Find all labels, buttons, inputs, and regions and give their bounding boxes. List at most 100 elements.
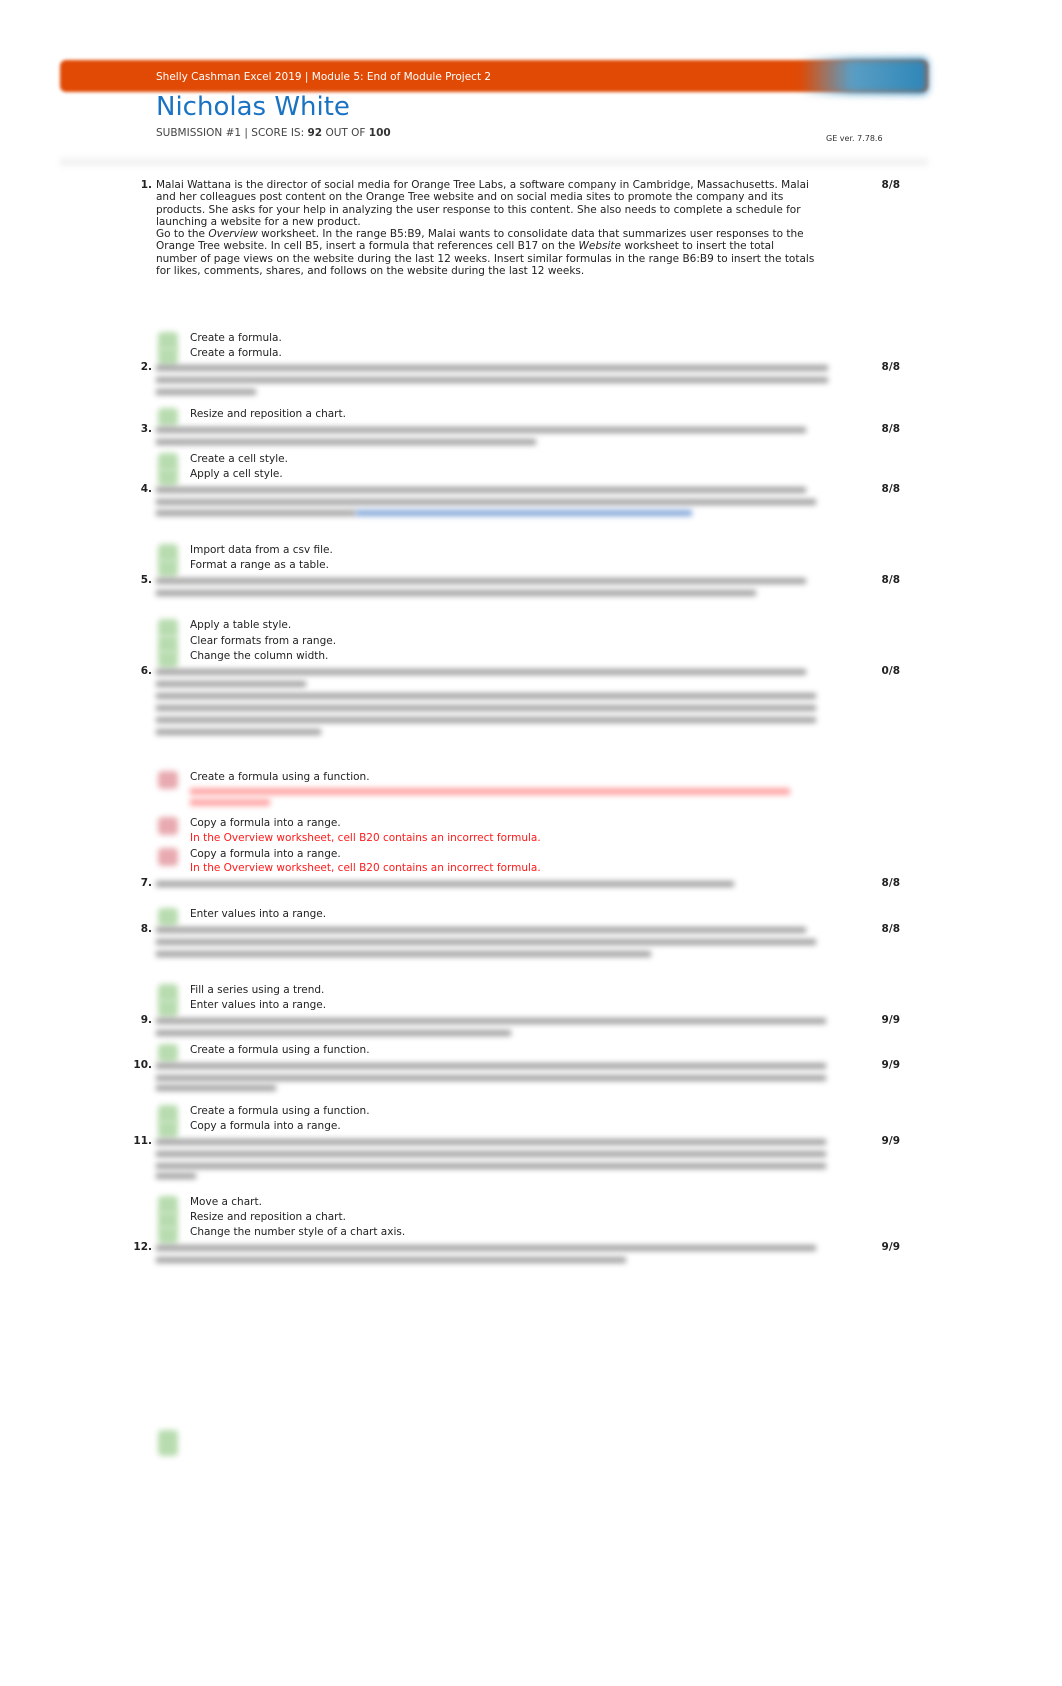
check-pass-icon xyxy=(158,650,178,668)
check-label: Copy a formula into a range. xyxy=(190,1120,341,1132)
redacted-text xyxy=(156,927,806,933)
check-pass-icon xyxy=(158,1226,178,1244)
redacted-text xyxy=(156,951,651,957)
redacted-text xyxy=(156,377,828,383)
redacted-error-text xyxy=(190,788,790,795)
redacted-text xyxy=(156,1075,826,1081)
check-label: Change the number style of a chart axis. xyxy=(190,1226,406,1238)
check-pass-icon xyxy=(158,1044,178,1062)
redacted-text xyxy=(156,729,321,735)
check-label: Fill a series using a trend. xyxy=(190,984,325,996)
check-label: Create a formula using a function. xyxy=(190,1105,370,1117)
error-message: In the Overview worksheet, cell B20 cont… xyxy=(190,832,541,844)
check-pass-icon xyxy=(158,999,178,1017)
redacted-text xyxy=(156,681,306,687)
step-points: 8/8 xyxy=(881,923,900,935)
check-fail-icon xyxy=(158,817,178,835)
redacted-text xyxy=(156,1063,826,1069)
step-number: 1. xyxy=(140,179,152,191)
step-points: 8/8 xyxy=(881,361,900,373)
step-points: 9/9 xyxy=(881,1059,900,1071)
redacted-text xyxy=(156,365,828,371)
check-fail-icon xyxy=(158,848,178,866)
check-label: Create a formula using a function. xyxy=(190,1044,370,1056)
redacted-text xyxy=(156,1030,511,1036)
check-label: Apply a table style. xyxy=(190,619,292,631)
check-label: Resize and reposition a chart. xyxy=(190,1211,346,1223)
check-pass-icon xyxy=(158,559,178,577)
redacted-text xyxy=(156,1257,626,1263)
redacted-text xyxy=(156,439,536,445)
check-label: Move a chart. xyxy=(190,1196,262,1208)
score-value: 92 xyxy=(307,127,323,139)
check-label: Copy a formula into a range. xyxy=(190,817,341,829)
out-of-label: OUT OF xyxy=(325,127,366,139)
step-number: 3. xyxy=(140,423,152,435)
step-number: 8. xyxy=(140,923,152,935)
check-pass-icon xyxy=(158,1430,178,1456)
score-total: 100 xyxy=(368,127,391,139)
divider xyxy=(60,158,928,166)
redacted-text xyxy=(156,1163,826,1169)
check-label: Copy a formula into a range. xyxy=(190,848,341,860)
redacted-text xyxy=(156,1245,816,1251)
step-points: 0/8 xyxy=(881,665,900,677)
redacted-text xyxy=(156,1139,826,1145)
check-pass-icon xyxy=(158,347,178,365)
check-label: Enter values into a range. xyxy=(190,908,327,920)
redacted-link[interactable] xyxy=(356,510,692,516)
check-fail-icon xyxy=(158,771,178,789)
redacted-text xyxy=(156,1173,196,1179)
check-label: Enter values into a range. xyxy=(190,999,327,1011)
check-pass-icon xyxy=(158,908,178,926)
step-points: 9/9 xyxy=(881,1014,900,1026)
step-number: 6. xyxy=(140,665,152,677)
course-title: Shelly Cashman Excel 2019 | Module 5: En… xyxy=(156,71,492,83)
redacted-text xyxy=(156,389,256,395)
redacted-text xyxy=(156,717,816,723)
step-points: 8/8 xyxy=(881,877,900,889)
redacted-text xyxy=(156,427,806,433)
redacted-text xyxy=(156,705,816,711)
redacted-text xyxy=(156,510,356,516)
redacted-text xyxy=(156,1018,826,1024)
student-name: Nicholas White xyxy=(156,92,350,122)
check-pass-icon xyxy=(158,408,178,426)
check-label: Import data from a csv file. xyxy=(190,544,333,556)
redacted-text xyxy=(156,939,816,945)
step-number: 10. xyxy=(133,1059,152,1071)
step-points: 9/9 xyxy=(881,1241,900,1253)
check-label: Create a formula using a function. xyxy=(190,771,370,783)
step-points: 8/8 xyxy=(881,179,900,191)
step-number: 9. xyxy=(140,1014,152,1026)
check-label: Create a cell style. xyxy=(190,453,288,465)
check-label: Resize and reposition a chart. xyxy=(190,408,346,420)
score-summary: SUBMISSION #1 | SCORE IS: 92 OUT OF 100 xyxy=(156,127,391,139)
step-points: 8/8 xyxy=(881,483,900,495)
step-points: 9/9 xyxy=(881,1135,900,1147)
check-label: Change the column width. xyxy=(190,650,329,662)
redacted-text xyxy=(156,881,734,887)
redacted-error-text xyxy=(190,799,270,806)
step-number: 5. xyxy=(140,574,152,586)
step-points: 8/8 xyxy=(881,574,900,586)
redacted-text xyxy=(156,1151,826,1157)
step-number: 2. xyxy=(140,361,152,373)
step-number: 12. xyxy=(133,1241,152,1253)
version-label: GE ver. 7.78.6 xyxy=(826,134,883,143)
check-label: Apply a cell style. xyxy=(190,468,283,480)
redacted-text xyxy=(156,590,756,596)
step-points: 8/8 xyxy=(881,423,900,435)
step-number: 7. xyxy=(140,877,152,889)
step-number: 4. xyxy=(140,483,152,495)
redacted-text xyxy=(156,693,816,699)
redacted-text xyxy=(156,1085,276,1091)
redacted-text xyxy=(156,499,816,505)
check-pass-icon xyxy=(158,1120,178,1138)
check-label: Create a formula. xyxy=(190,347,282,359)
check-pass-icon xyxy=(158,468,178,486)
redacted-text xyxy=(156,669,806,675)
brand-logo xyxy=(800,58,928,94)
description-paragraph: Go to the Overview worksheet. In the ran… xyxy=(156,228,815,278)
redacted-text xyxy=(156,487,806,493)
